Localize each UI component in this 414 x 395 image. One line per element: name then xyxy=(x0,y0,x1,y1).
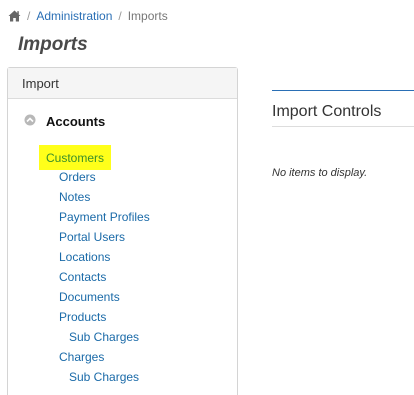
import-controls-title: Import Controls xyxy=(272,103,382,120)
tree-item-documents[interactable]: Documents xyxy=(59,290,120,304)
breadcrumb-current-imports: Imports xyxy=(127,9,168,23)
tree-item-products-sub-charges[interactable]: Sub Charges xyxy=(69,330,139,344)
breadcrumb: / Administration / Imports xyxy=(8,8,168,24)
import-controls-divider xyxy=(272,126,414,127)
tree-item-products[interactable]: Products xyxy=(59,310,106,324)
import-controls-top-rule xyxy=(272,90,414,91)
tree-item-charges-sub-charges[interactable]: Sub Charges xyxy=(69,370,139,384)
tree-item-contacts[interactable]: Contacts xyxy=(59,270,106,284)
empty-state-message: No items to display. xyxy=(272,167,368,179)
home-icon[interactable] xyxy=(8,10,21,22)
tree-item-notes[interactable]: Notes xyxy=(59,190,90,204)
import-panel-header: Import xyxy=(8,68,237,99)
collapse-circle-icon[interactable] xyxy=(24,114,36,126)
tree-group-accounts[interactable]: Accounts xyxy=(24,114,105,129)
breadcrumb-administration-link[interactable]: Administration xyxy=(36,8,112,24)
tree-item-locations[interactable]: Locations xyxy=(59,250,110,264)
page-title: Imports xyxy=(18,34,88,55)
tree-item-payment-profiles[interactable]: Payment Profiles xyxy=(59,210,150,224)
tree-group-label: Accounts xyxy=(46,114,106,129)
breadcrumb-separator: / xyxy=(118,9,122,23)
tree-item-orders[interactable]: Orders xyxy=(59,170,96,184)
tree-item-charges[interactable]: Charges xyxy=(59,350,104,364)
breadcrumb-separator: / xyxy=(27,9,31,23)
tree-item-portal-users[interactable]: Portal Users xyxy=(59,230,125,244)
page: / Administration / Imports Imports Impor… xyxy=(0,0,414,395)
tree-item-customers[interactable]: Customers xyxy=(39,145,112,170)
import-panel: Import Accounts Customers Orders Notes P… xyxy=(7,67,238,395)
